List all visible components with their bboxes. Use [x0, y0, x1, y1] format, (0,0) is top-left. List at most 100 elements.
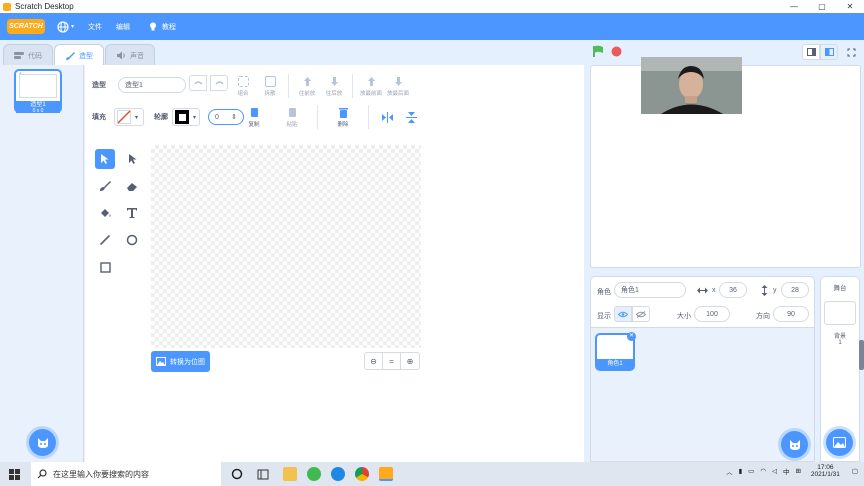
add-sprite-button[interactable]: [781, 431, 808, 458]
battery-icon[interactable]: ▭: [748, 467, 754, 475]
eraser-tool[interactable]: [122, 176, 142, 196]
tab-code-label: 代码: [28, 52, 42, 60]
windows-taskbar: 在这里输入你要搜索的内容 ︿ ▮ ▭ ◠ ◁ 中 ⊞ 17:06 2021/1/…: [0, 462, 864, 486]
edge-icon[interactable]: [331, 467, 345, 481]
circle-tool[interactable]: [122, 230, 142, 250]
sprite-name-input[interactable]: 角色1: [614, 282, 686, 298]
taskbar-search[interactable]: 在这里输入你要搜索的内容: [31, 462, 221, 486]
scratch-taskbar-icon[interactable]: [379, 467, 393, 481]
show-hidden-button[interactable]: [632, 306, 650, 322]
ime-mode-icon[interactable]: ⊞: [795, 467, 800, 475]
group-button[interactable]: 组合: [230, 75, 256, 97]
select-tool[interactable]: [95, 149, 115, 169]
volume-icon[interactable]: ◁: [772, 467, 777, 475]
close-button[interactable]: ✕: [836, 0, 864, 13]
horizontal-arrows-icon: [697, 287, 708, 294]
tab-code[interactable]: 代码: [3, 44, 53, 66]
forward-button[interactable]: 往前放: [294, 76, 320, 97]
notification-icon[interactable]: ▢: [852, 467, 858, 475]
sprite-delete-button[interactable]: ✕: [627, 332, 636, 341]
x-input[interactable]: 36: [719, 282, 747, 298]
search-placeholder: 在这里输入你要搜索的内容: [53, 469, 149, 479]
search-icon: [37, 469, 47, 479]
fill-label: 填充: [92, 114, 106, 121]
delete-button[interactable]: 删除: [330, 107, 356, 128]
ime-indicator[interactable]: 中: [783, 466, 790, 476]
file-explorer-icon[interactable]: [283, 467, 297, 481]
backdrop-count: 1: [838, 340, 842, 346]
rectangle-tool[interactable]: [95, 257, 115, 277]
undo-button[interactable]: [189, 75, 207, 91]
costume-name-value: 造型1: [125, 82, 143, 89]
chrome-icon[interactable]: [355, 467, 369, 481]
outline-width-input[interactable]: 0 ⇕: [208, 109, 244, 125]
drawing-canvas[interactable]: [151, 145, 421, 348]
task-view-icon[interactable]: [257, 469, 269, 480]
backward-button[interactable]: 往后放: [321, 76, 347, 97]
windows-start-icon[interactable]: [9, 469, 20, 480]
outline-color-picker[interactable]: ▾: [172, 108, 200, 126]
sprite-label: 角色: [597, 289, 611, 296]
eye-icon: [618, 311, 628, 317]
menu-file[interactable]: 文件: [88, 22, 102, 32]
arrow-up-icon: [303, 76, 311, 86]
maximize-button[interactable]: ▢: [808, 0, 836, 13]
scratch-logo[interactable]: SCRATCH: [7, 19, 45, 34]
flip-horizontal-icon[interactable]: [381, 111, 394, 123]
ungroup-icon: [264, 75, 276, 87]
wifi-icon[interactable]: ◠: [760, 467, 766, 475]
clock[interactable]: 17:06 2021/1/31: [811, 464, 840, 478]
bitmap-icon: [156, 357, 166, 366]
line-tool[interactable]: [95, 230, 115, 250]
direction-value: 90: [787, 310, 795, 318]
add-backdrop-button[interactable]: [826, 429, 853, 456]
add-costume-button[interactable]: [29, 429, 56, 456]
show-visible-button[interactable]: [614, 306, 632, 322]
rectangle-icon: [99, 261, 111, 273]
tab-costumes[interactable]: 造型: [54, 44, 104, 66]
minimize-button[interactable]: —: [780, 0, 808, 13]
zoom-in-button[interactable]: ⊕: [401, 353, 419, 369]
zoom-out-button[interactable]: ⊖: [365, 353, 383, 369]
fill-tool[interactable]: [95, 203, 115, 223]
paste-button[interactable]: 粘贴: [279, 107, 305, 128]
language-menu[interactable]: ▾: [57, 20, 74, 33]
menu-tutorials[interactable]: 教程: [148, 21, 176, 32]
costume-item[interactable]: 1 造型1 0 x 0: [14, 69, 62, 114]
menu-edit[interactable]: 编辑: [116, 22, 130, 32]
size-input[interactable]: 100: [694, 306, 730, 322]
flip-vertical-icon[interactable]: [406, 111, 417, 124]
tab-sounds[interactable]: 声音: [105, 44, 155, 66]
zoom-reset-button[interactable]: =: [383, 353, 401, 369]
stop-icon[interactable]: [611, 46, 622, 57]
cortana-icon[interactable]: [231, 468, 243, 480]
costume-name-input[interactable]: 造型1: [118, 77, 186, 93]
back-button[interactable]: 放最后面: [385, 76, 411, 97]
large-stage-button[interactable]: [820, 44, 838, 60]
ungroup-button[interactable]: 拆散: [257, 75, 283, 97]
chevron-up-icon[interactable]: ︿: [726, 466, 733, 476]
outline-swatch: [175, 110, 189, 124]
fill-color-picker[interactable]: ▾: [114, 108, 144, 126]
fullscreen-button[interactable]: [843, 44, 859, 60]
green-flag-icon[interactable]: [592, 45, 605, 58]
sprite-thumbnail[interactable]: ✕ 角色1: [595, 332, 636, 371]
app-icon: [3, 2, 11, 11]
convert-to-bitmap-button[interactable]: 转换为位图: [151, 351, 210, 372]
small-stage-button[interactable]: [802, 44, 820, 60]
front-button[interactable]: 放最前面: [358, 76, 384, 97]
copy-button[interactable]: 复制: [241, 107, 267, 128]
image-icon: [833, 437, 846, 448]
wechat-icon[interactable]: [307, 467, 321, 481]
costume-item-label: 造型1 0 x 0: [16, 101, 60, 114]
direction-input[interactable]: 90: [773, 306, 809, 322]
brush-tool[interactable]: [95, 176, 115, 196]
microphone-icon[interactable]: ▮: [739, 467, 743, 475]
text-tool[interactable]: [122, 203, 142, 223]
stage-selector[interactable]: 舞台 背景 1: [820, 276, 860, 462]
reshape-tool[interactable]: [122, 149, 142, 169]
y-input[interactable]: 28: [781, 282, 809, 298]
redo-button[interactable]: [210, 75, 228, 91]
scroll-handle[interactable]: [859, 340, 864, 370]
backdrop-thumbnail[interactable]: [824, 301, 856, 325]
